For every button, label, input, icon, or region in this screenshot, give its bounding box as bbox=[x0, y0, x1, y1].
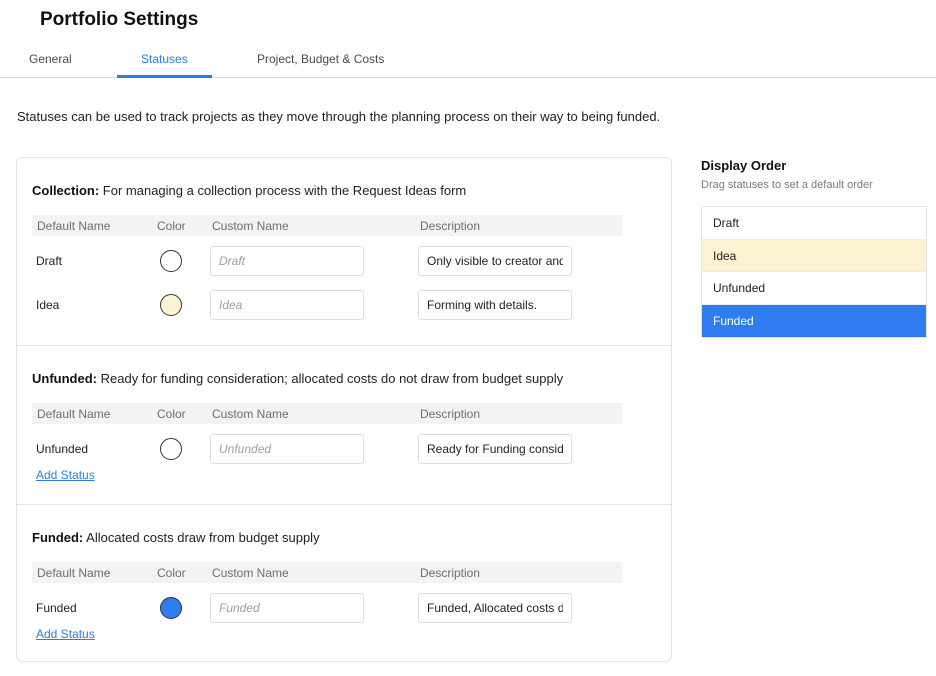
table-header: Default Name Color Custom Name Descripti… bbox=[32, 562, 622, 583]
collection-section: Collection: For managing a collection pr… bbox=[17, 158, 671, 345]
unfunded-subtitle: Ready for funding consideration; allocat… bbox=[100, 371, 564, 386]
order-item-draft[interactable]: Draft bbox=[702, 207, 926, 240]
unfunded-heading: Unfunded: Ready for funding consideratio… bbox=[32, 371, 563, 386]
custom-name-input-unfunded[interactable] bbox=[210, 434, 364, 464]
collection-title: Collection: bbox=[32, 183, 100, 198]
funded-heading: Funded: Allocated costs draw from budget… bbox=[32, 530, 320, 545]
header-custom-name: Custom Name bbox=[212, 407, 289, 421]
add-status-link-unfunded[interactable]: Add Status bbox=[36, 468, 95, 482]
status-row-unfunded: Unfunded bbox=[32, 434, 632, 464]
custom-name-input-draft[interactable] bbox=[210, 246, 364, 276]
status-row-idea: Idea bbox=[32, 290, 632, 320]
order-item-idea[interactable]: Idea bbox=[702, 239, 926, 272]
description-input-unfunded[interactable] bbox=[418, 434, 572, 464]
display-order-list: Draft Idea Unfunded Funded bbox=[701, 206, 927, 338]
display-order-title: Display Order bbox=[701, 158, 787, 173]
color-swatch-draft[interactable] bbox=[160, 250, 182, 272]
tab-bar: General Statuses Project, Budget & Costs bbox=[0, 44, 936, 78]
header-custom-name: Custom Name bbox=[212, 219, 289, 233]
header-color: Color bbox=[157, 407, 186, 421]
active-tab-indicator bbox=[117, 75, 212, 78]
funded-subtitle: Allocated costs draw from budget supply bbox=[86, 530, 320, 545]
description-input-draft[interactable] bbox=[418, 246, 572, 276]
order-item-funded[interactable]: Funded bbox=[702, 304, 926, 337]
tab-project-budget-costs[interactable]: Project, Budget & Costs bbox=[257, 52, 384, 66]
header-color: Color bbox=[157, 566, 186, 580]
add-status-link-funded[interactable]: Add Status bbox=[36, 627, 95, 641]
default-name: Unfunded bbox=[36, 442, 89, 456]
header-color: Color bbox=[157, 219, 186, 233]
intro-text: Statuses can be used to track projects a… bbox=[17, 109, 661, 124]
display-order-subtitle: Drag statuses to set a default order bbox=[701, 179, 873, 191]
unfunded-title: Unfunded: bbox=[32, 371, 97, 386]
color-swatch-funded[interactable] bbox=[160, 597, 182, 619]
header-default-name: Default Name bbox=[37, 566, 111, 580]
status-row-funded: Funded bbox=[32, 593, 632, 623]
default-name: Draft bbox=[36, 254, 63, 268]
header-description: Description bbox=[420, 566, 481, 580]
header-custom-name: Custom Name bbox=[212, 566, 289, 580]
table-header: Default Name Color Custom Name Descripti… bbox=[32, 215, 622, 236]
statuses-card: Collection: For managing a collection pr… bbox=[16, 157, 672, 662]
unfunded-section: Unfunded: Ready for funding consideratio… bbox=[17, 345, 671, 504]
header-description: Description bbox=[420, 219, 481, 233]
funded-title: Funded: bbox=[32, 530, 84, 545]
table-header: Default Name Color Custom Name Descripti… bbox=[32, 403, 622, 424]
header-default-name: Default Name bbox=[37, 407, 111, 421]
description-input-idea[interactable] bbox=[418, 290, 572, 320]
color-swatch-unfunded[interactable] bbox=[160, 438, 182, 460]
custom-name-input-idea[interactable] bbox=[210, 290, 364, 320]
status-row-draft: Draft bbox=[32, 246, 632, 276]
header-default-name: Default Name bbox=[37, 219, 111, 233]
collection-heading: Collection: For managing a collection pr… bbox=[32, 183, 466, 198]
funded-section: Funded: Allocated costs draw from budget… bbox=[17, 504, 671, 662]
description-input-funded[interactable] bbox=[418, 593, 572, 623]
custom-name-input-funded[interactable] bbox=[210, 593, 364, 623]
default-name: Funded bbox=[36, 601, 77, 615]
color-swatch-idea[interactable] bbox=[160, 294, 182, 316]
tab-general[interactable]: General bbox=[29, 52, 72, 66]
order-item-unfunded[interactable]: Unfunded bbox=[702, 272, 926, 305]
collection-subtitle: For managing a collection process with t… bbox=[102, 183, 467, 198]
header-description: Description bbox=[420, 407, 481, 421]
tab-statuses[interactable]: Statuses bbox=[141, 52, 188, 66]
page-title: Portfolio Settings bbox=[40, 9, 199, 30]
default-name: Idea bbox=[36, 298, 60, 312]
